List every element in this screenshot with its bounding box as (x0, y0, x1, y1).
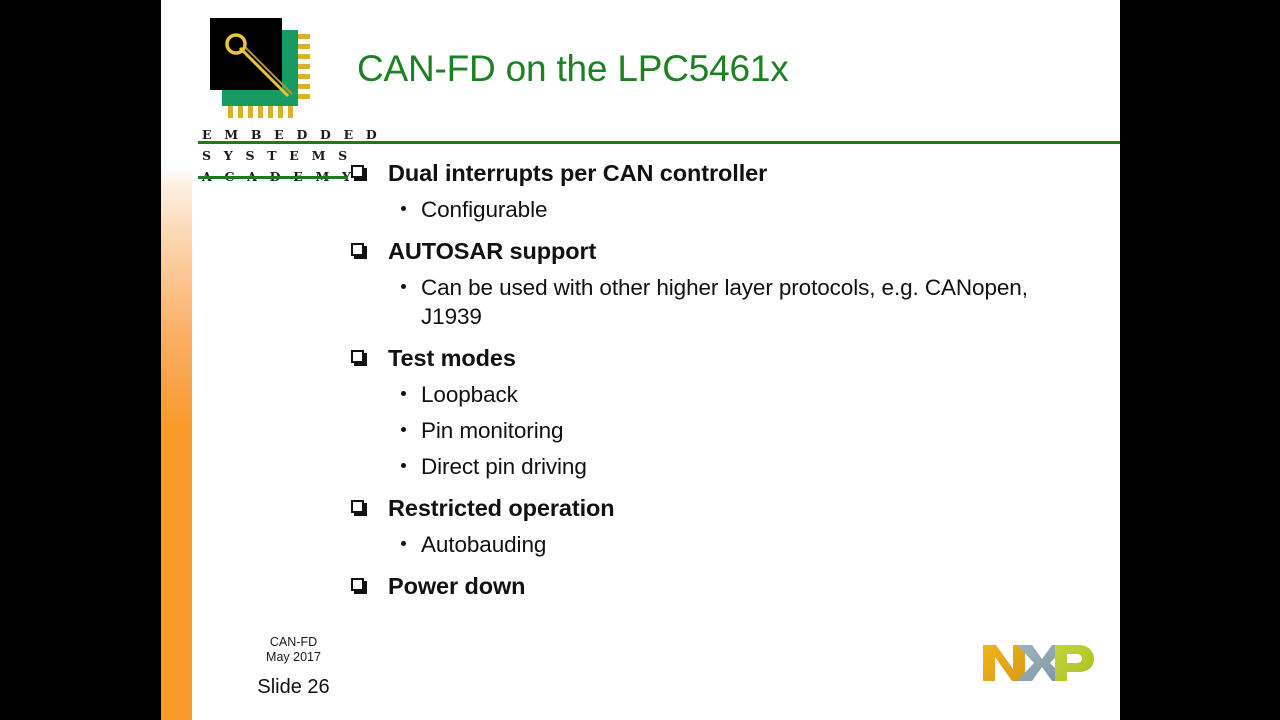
dot-bullet-icon (401, 463, 406, 468)
bullet-text: Autobauding (421, 532, 547, 557)
orange-accent-strip (161, 0, 192, 720)
bullet-item-level2: Can be used with other higher layer prot… (351, 273, 1091, 331)
nxp-letter-n (983, 645, 1025, 681)
square-bullet-icon (351, 165, 364, 178)
footer-deck-date: May 2017 (266, 650, 321, 664)
bullet-item-level2: Loopback (351, 380, 1091, 409)
square-bullet-icon (351, 578, 364, 591)
letterbox-bar-right (1120, 0, 1280, 720)
footer-deck-name: CAN-FD (269, 635, 318, 649)
title-underline-rule (198, 141, 1120, 144)
bullet-list: Dual interrupts per CAN controller Confi… (351, 158, 1091, 601)
bullet-item-level2: Pin monitoring (351, 416, 1091, 445)
bullet-text: Direct pin driving (421, 454, 587, 479)
bullet-text: Power down (388, 573, 526, 599)
embedded-systems-academy-logo: E M B E D D E D S Y S T E M S A C A D E … (198, 14, 377, 189)
bullet-item-level1: Test modes (351, 343, 1091, 373)
square-bullet-icon (351, 350, 364, 363)
bullet-text: Dual interrupts per CAN controller (388, 160, 768, 186)
bullet-item-level2: Autobauding (351, 530, 1091, 559)
bullet-item-level1: AUTOSAR support (351, 236, 1091, 266)
bullet-text: AUTOSAR support (388, 238, 597, 264)
bullet-item-level1: Restricted operation (351, 493, 1091, 523)
chip-logo-icon (206, 14, 310, 118)
square-bullet-icon (351, 243, 364, 256)
nxp-letter-p (1055, 645, 1094, 681)
bullet-item-level2: Configurable (351, 195, 1091, 224)
dot-bullet-icon (401, 391, 406, 396)
page-title: CAN-FD on the LPC5461x (357, 48, 789, 89)
footer-deck-info: CAN-FD May 2017 (221, 635, 366, 665)
dot-bullet-icon (401, 541, 406, 546)
bullet-text: Test modes (388, 345, 516, 371)
bullet-item-level1: Dual interrupts per CAN controller (351, 158, 1091, 188)
logo-divider-rule (198, 176, 347, 179)
slide-viewer: E M B E D D E D S Y S T E M S A C A D E … (0, 0, 1280, 720)
bullet-text: Configurable (421, 197, 548, 222)
dot-bullet-icon (401, 206, 406, 211)
presentation-slide: E M B E D D E D S Y S T E M S A C A D E … (161, 0, 1120, 720)
wordmark-line-systems: S Y S T E M S (202, 148, 352, 163)
slide-number: Slide 26 (257, 676, 330, 698)
dot-bullet-icon (401, 427, 406, 432)
bullet-text: Pin monitoring (421, 418, 564, 443)
nxp-logo (983, 641, 1094, 683)
letterbox-bar-left (0, 0, 161, 720)
square-bullet-icon (351, 500, 364, 513)
bullet-text: Can be used with other higher layer prot… (421, 275, 1028, 329)
bullet-item-level1: Power down (351, 571, 1091, 601)
bullet-item-level2: Direct pin driving (351, 452, 1091, 481)
bullet-text: Restricted operation (388, 495, 615, 521)
bullet-text: Loopback (421, 382, 518, 407)
dot-bullet-icon (401, 284, 406, 289)
